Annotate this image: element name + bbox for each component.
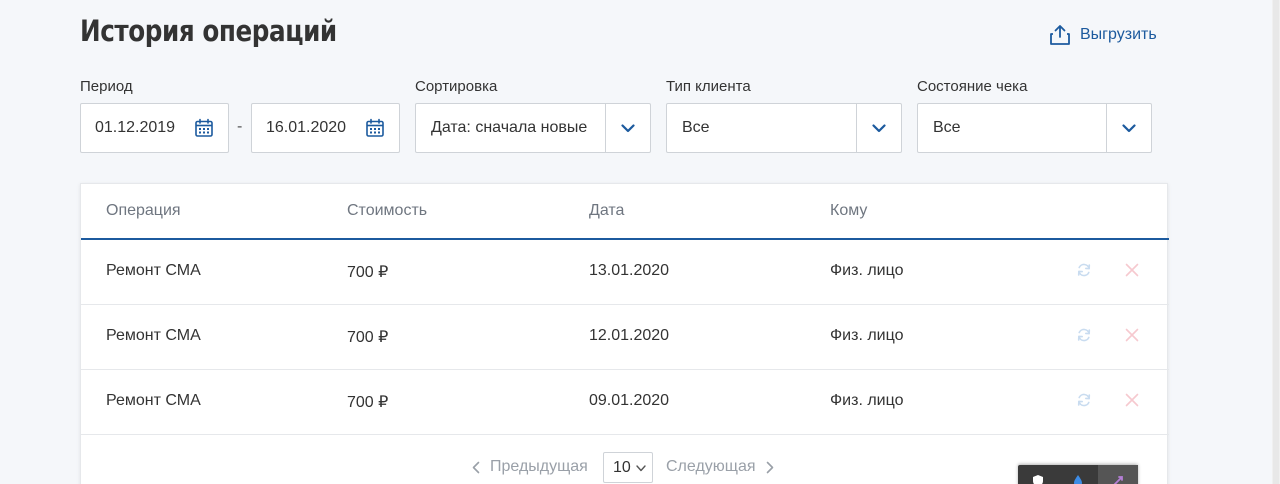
- chevron-down-icon: [872, 123, 886, 132]
- chevron-down-icon: [636, 465, 646, 472]
- next-page-button[interactable]: Следующая: [666, 458, 774, 476]
- chevron-down-icon: [621, 123, 635, 132]
- sort-select-value: Дата: сначала новые: [431, 119, 588, 136]
- refresh-icon[interactable]: [1076, 392, 1092, 408]
- date-range-separator: -: [237, 118, 243, 135]
- upload-icon: [1050, 25, 1070, 45]
- close-icon[interactable]: [1124, 392, 1140, 408]
- receipt-state-select-toggle[interactable]: [1106, 104, 1151, 152]
- export-button[interactable]: Выгрузить: [1049, 24, 1157, 46]
- client-type-select-value: Все: [682, 119, 710, 136]
- floating-toolbar-button[interactable]: [1098, 465, 1138, 484]
- date-from-input[interactable]: 01.12.2019: [80, 103, 229, 153]
- table-header: Операция Стоимость Дата Кому: [81, 184, 1169, 240]
- sort-select-toggle[interactable]: [605, 104, 650, 152]
- date-to-value: 16.01.2020: [266, 119, 347, 136]
- table-row[interactable]: Ремонт СМА 700 ₽ 13.01.2020 Физ. лицо: [81, 240, 1169, 305]
- chevron-right-icon: [766, 461, 773, 473]
- date-from-value: 01.12.2019: [95, 119, 176, 136]
- page-title: История операций: [80, 14, 337, 48]
- prev-page-label: Предыдущая: [490, 458, 588, 475]
- refresh-icon[interactable]: [1076, 262, 1092, 278]
- page-size-select[interactable]: 10: [603, 452, 653, 483]
- cell-operation: Ремонт СМА: [106, 327, 201, 344]
- cell-operation: Ремонт СМА: [106, 392, 201, 409]
- client-type-select[interactable]: Все: [666, 103, 902, 153]
- next-page-label: Следующая: [666, 458, 756, 475]
- column-header-recipient[interactable]: Кому: [830, 202, 867, 220]
- close-icon[interactable]: [1124, 262, 1140, 278]
- client-type-select-toggle[interactable]: [856, 104, 901, 152]
- operations-table: Операция Стоимость Дата Кому Ремонт СМА …: [80, 183, 1169, 484]
- prev-page-button[interactable]: Предыдущая: [472, 458, 588, 476]
- cell-cost: 700 ₽: [347, 394, 389, 411]
- shield-icon: [1033, 475, 1043, 484]
- column-header-date[interactable]: Дата: [589, 202, 624, 220]
- table-row[interactable]: Ремонт СМА 700 ₽ 09.01.2020 Физ. лицо: [81, 370, 1169, 435]
- cell-operation: Ремонт СМА: [106, 262, 201, 279]
- scrollbar-thumb[interactable]: [1273, 0, 1279, 484]
- drop-icon: [1074, 475, 1082, 484]
- chevron-left-icon: [472, 461, 480, 473]
- sort-select[interactable]: Дата: сначала новые: [415, 103, 651, 153]
- close-icon[interactable]: [1124, 327, 1140, 343]
- refresh-icon[interactable]: [1076, 327, 1092, 343]
- receipt-state-select[interactable]: Все: [917, 103, 1152, 153]
- period-label: Период: [80, 78, 133, 95]
- chevron-down-icon: [1122, 123, 1136, 132]
- cell-recipient: Физ. лицо: [830, 262, 904, 279]
- cell-date: 09.01.2020: [589, 392, 670, 409]
- floating-toolbar: [1018, 465, 1138, 484]
- cell-date: 13.01.2020: [589, 262, 670, 279]
- column-header-operation[interactable]: Операция: [106, 202, 181, 220]
- cell-recipient: Физ. лицо: [830, 327, 904, 344]
- cell-cost: 700 ₽: [347, 329, 389, 346]
- floating-toolbar-button[interactable]: [1058, 465, 1098, 484]
- cell-date: 12.01.2020: [589, 327, 670, 344]
- receipt-state-select-value: Все: [933, 119, 961, 136]
- client-type-label: Тип клиента: [666, 78, 751, 95]
- date-to-input[interactable]: 16.01.2020: [251, 103, 400, 153]
- column-header-cost[interactable]: Стоимость: [347, 202, 427, 220]
- export-label: Выгрузить: [1080, 26, 1157, 43]
- calendar-icon[interactable]: [194, 118, 214, 138]
- pen-icon: [1113, 476, 1123, 484]
- sort-label: Сортировка: [415, 78, 498, 95]
- calendar-icon[interactable]: [365, 118, 385, 138]
- table-row[interactable]: Ремонт СМА 700 ₽ 12.01.2020 Физ. лицо: [81, 305, 1169, 370]
- cell-recipient: Физ. лицо: [830, 392, 904, 409]
- floating-toolbar-button[interactable]: [1018, 465, 1058, 484]
- cell-cost: 700 ₽: [347, 264, 389, 281]
- receipt-state-label: Состояние чека: [917, 78, 1028, 95]
- page-size-value: 10: [613, 458, 631, 476]
